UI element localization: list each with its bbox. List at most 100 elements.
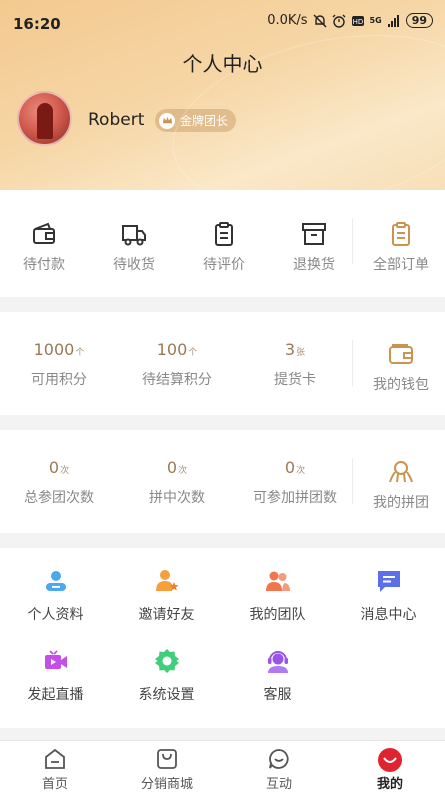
service-settings[interactable]: 系统设置 — [111, 648, 222, 704]
network-speed: 0.0K/s — [267, 13, 308, 28]
asset-number: 100 — [156, 340, 188, 359]
tab-label: 分销商城 — [140, 777, 193, 792]
tab-interact[interactable]: 互动 — [254, 747, 304, 792]
asset-unit: 张 — [296, 348, 306, 358]
service-team[interactable]: 我的团队 — [222, 568, 333, 624]
bottom-tab-bar: 首页 分销商城 互动 我的 — [0, 740, 445, 795]
network-type: 5G — [369, 15, 382, 25]
group-label: 拼中次数 — [149, 490, 205, 506]
service-label: 消息中心 — [360, 607, 417, 623]
group-number: 0 — [166, 458, 178, 477]
tab-label: 互动 — [265, 777, 292, 792]
group-buy-card: 0次 总参团次数 0次 拼中次数 0次 可参加拼团数 我的拼团 — [0, 430, 445, 533]
asset-unit: 个 — [75, 348, 85, 358]
all-orders-button[interactable]: 全部订单 — [358, 220, 444, 274]
signal-icon — [387, 14, 399, 27]
group-number: 0 — [48, 458, 60, 477]
group-value: 0次 — [285, 458, 305, 477]
service-label: 邀请好友 — [138, 607, 195, 623]
asset-value: 1000个 — [34, 340, 85, 359]
service-customer-service[interactable]: 客服 — [222, 648, 333, 704]
status-time: 16:20 — [13, 15, 61, 33]
tab-home[interactable]: 首页 — [30, 747, 80, 792]
service-label: 客服 — [263, 687, 292, 703]
badge-label: 金牌团长 — [180, 114, 229, 128]
status-icons: 0.0K/s HD 5G 99 — [267, 13, 433, 28]
message-icon — [377, 571, 400, 592]
profile-icon — [45, 571, 66, 591]
truck-icon — [122, 225, 146, 246]
group-unit: 次 — [178, 466, 188, 476]
live-icon — [44, 650, 67, 669]
my-wallet-button[interactable]: 我的钱包 — [358, 340, 444, 394]
team-icon — [265, 571, 290, 591]
my-group-buy-button[interactable]: 我的拼团 — [358, 458, 444, 512]
divider — [352, 458, 353, 504]
tab-me[interactable]: 我的 — [365, 747, 415, 792]
wallet-label: 我的钱包 — [373, 377, 429, 393]
tab-mall[interactable]: 分销商城 — [130, 747, 204, 792]
all-orders-label: 全部订单 — [373, 257, 429, 273]
settings-icon — [154, 649, 179, 673]
mute-bell-icon — [313, 14, 327, 27]
group-number: 0 — [284, 458, 296, 477]
home-icon — [45, 748, 65, 769]
asset-pending-points[interactable]: 100个 待结算积分 — [118, 340, 236, 389]
orders-card: 待付款 待收货 待评价 退换货 全部订单 — [0, 190, 445, 297]
customer-service-icon — [267, 651, 288, 673]
asset-label: 待结算积分 — [142, 372, 212, 388]
group-available[interactable]: 0次 可参加拼团数 — [236, 458, 354, 507]
service-live[interactable]: 发起直播 — [0, 648, 111, 704]
order-pending-review[interactable]: 待评价 — [182, 220, 266, 274]
service-label: 系统设置 — [138, 687, 195, 703]
group-label: 可参加拼团数 — [253, 490, 337, 506]
asset-number: 1000 — [33, 340, 75, 359]
clipboard-gold-icon — [392, 222, 410, 246]
order-returns[interactable]: 退换货 — [272, 220, 356, 274]
svg-text:HD: HD — [352, 18, 363, 26]
asset-points[interactable]: 1000个 可用积分 — [0, 340, 118, 389]
order-label: 待收货 — [113, 257, 155, 273]
group-label: 总参团次数 — [24, 490, 94, 506]
alarm-icon — [332, 14, 346, 28]
asset-label: 提货卡 — [274, 372, 316, 388]
services-card: 个人资料 邀请好友 我的团队 消息中心 发起直播 系统设置 客服 — [0, 548, 445, 728]
page-title: 个人中心 — [182, 52, 263, 76]
order-pending-payment[interactable]: 待付款 — [2, 220, 86, 274]
asset-value: 3张 — [285, 340, 305, 359]
avatar[interactable] — [17, 91, 72, 146]
service-profile[interactable]: 个人资料 — [0, 568, 111, 624]
order-label: 待评价 — [203, 257, 245, 273]
service-label: 我的团队 — [249, 607, 306, 623]
order-label: 退换货 — [293, 257, 335, 273]
divider — [352, 218, 353, 264]
clipboard-icon — [215, 222, 233, 246]
tab-label: 我的 — [376, 777, 403, 792]
username: Robert — [88, 110, 145, 130]
asset-pickup-card[interactable]: 3张 提货卡 — [236, 340, 354, 389]
asset-unit: 个 — [188, 348, 198, 358]
service-invite[interactable]: 邀请好友 — [111, 568, 222, 624]
hd-icon: HD — [351, 15, 364, 26]
group-value: 0次 — [167, 458, 187, 477]
service-messages[interactable]: 消息中心 — [333, 568, 444, 624]
asset-label: 可用积分 — [31, 372, 87, 388]
order-pending-receipt[interactable]: 待收货 — [92, 220, 176, 274]
profile-header: 16:20 0.0K/s HD 5G 99 个人中心 Robert 金牌团长 — [0, 0, 445, 190]
wallet-icon — [33, 222, 55, 244]
me-icon — [378, 748, 402, 772]
member-badge: 金牌团长 — [155, 109, 237, 132]
wallet-gold-icon — [389, 344, 413, 364]
assets-card: 1000个 可用积分 100个 待结算积分 3张 提货卡 我的钱包 — [0, 312, 445, 415]
crown-icon — [159, 112, 175, 129]
my-group-label: 我的拼团 — [373, 495, 429, 511]
service-label: 发起直播 — [27, 687, 84, 703]
group-gold-icon — [389, 461, 413, 483]
group-total[interactable]: 0次 总参团次数 — [0, 458, 118, 507]
group-won[interactable]: 0次 拼中次数 — [118, 458, 236, 507]
tab-label: 首页 — [41, 777, 68, 792]
chat-icon — [269, 749, 289, 769]
group-value: 0次 — [49, 458, 69, 477]
archive-box-icon — [302, 223, 326, 245]
shopping-bag-icon — [157, 749, 177, 769]
